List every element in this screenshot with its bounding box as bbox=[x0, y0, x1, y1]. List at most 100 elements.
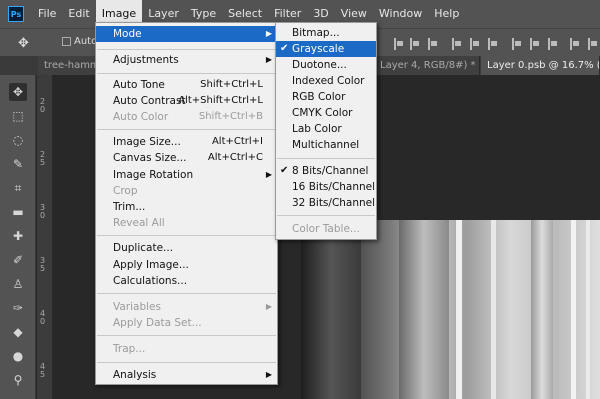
menu-file[interactable]: File bbox=[32, 0, 62, 28]
tab-layer-0[interactable]: Layer 0.psb @ 16.7% (Gra bbox=[481, 56, 600, 75]
menu-item-auto-contrast[interactable]: Auto Contrast Alt+Shift+Ctrl+L bbox=[96, 93, 277, 109]
menu-item-adjustments[interactable]: Adjustments ▶ bbox=[96, 52, 277, 68]
photoshop-logo-icon: Ps bbox=[8, 6, 24, 22]
ruler-tool-icon[interactable]: ▬ bbox=[9, 203, 27, 221]
mode-item-indexed-color[interactable]: Indexed Color bbox=[276, 73, 376, 89]
menu-item-label: CMYK Color bbox=[292, 107, 353, 119]
menu-item-trim[interactable]: Trim... bbox=[96, 199, 277, 215]
mode-item-rgb-color[interactable]: RGB Color bbox=[276, 89, 376, 105]
menu-separator bbox=[277, 158, 375, 159]
align-center-icon[interactable] bbox=[410, 38, 419, 50]
menu-item-image-rotation[interactable]: Image Rotation ▶ bbox=[96, 167, 277, 183]
menu-item-label: Auto Contrast bbox=[113, 95, 186, 107]
ruler-label: 0 bbox=[40, 317, 46, 326]
menu-item-calculations[interactable]: Calculations... bbox=[96, 273, 277, 289]
dodge-tool-icon[interactable]: ⚲ bbox=[9, 371, 27, 389]
menu-item-image-size[interactable]: Image Size... Alt+Ctrl+I bbox=[96, 134, 277, 150]
mode-item-32-bits[interactable]: 32 Bits/Channel bbox=[276, 195, 376, 211]
submenu-arrow-icon: ▶ bbox=[265, 29, 272, 38]
ruler-label: 0 bbox=[40, 211, 46, 220]
menu-item-apply-data-set: Apply Data Set... bbox=[96, 315, 277, 331]
menu-separator bbox=[97, 335, 276, 336]
distribute-right-icon[interactable] bbox=[588, 38, 597, 50]
align-right-icon[interactable] bbox=[428, 38, 437, 50]
distribute-left-icon[interactable] bbox=[570, 38, 579, 50]
menu-help[interactable]: Help bbox=[428, 0, 465, 28]
menu-shortcut: Alt+Ctrl+I bbox=[211, 136, 263, 147]
menu-item-label: Apply Image... bbox=[113, 259, 189, 271]
submenu-arrow-icon: ▶ bbox=[265, 170, 272, 179]
menu-item-label: Grayscale bbox=[292, 43, 345, 55]
menu-item-analysis[interactable]: Analysis ▶ bbox=[96, 367, 277, 383]
vertical-ruler: 2 0 2 5 3 0 3 5 4 0 4 5 bbox=[37, 75, 53, 399]
move-tool-icon[interactable]: ✥ bbox=[9, 83, 27, 101]
menu-item-label: Apply Data Set... bbox=[113, 317, 202, 329]
mode-item-bitmap[interactable]: Bitmap... bbox=[276, 25, 376, 41]
menu-item-label: 32 Bits/Channel bbox=[292, 197, 376, 209]
menu-item-label: Mode bbox=[113, 28, 142, 40]
menu-item-label: Bitmap... bbox=[292, 27, 340, 39]
tab-layer-4[interactable]: Layer 4, RGB/8#) * bbox=[376, 56, 480, 75]
menu-separator bbox=[277, 215, 375, 216]
quick-select-tool-icon[interactable]: ✎ bbox=[9, 155, 27, 173]
mode-item-grayscale[interactable]: ✔ Grayscale bbox=[276, 41, 376, 57]
menu-item-label: Color Table... bbox=[292, 223, 360, 235]
eraser-tool-icon[interactable]: ◆ bbox=[9, 323, 27, 341]
blur-tool-icon[interactable]: ● bbox=[9, 347, 27, 365]
mode-item-multichannel[interactable]: Multichannel bbox=[276, 137, 376, 153]
menu-item-variables: Variables ▶ bbox=[96, 299, 277, 315]
submenu-arrow-icon: ▶ bbox=[265, 55, 272, 64]
mode-item-color-table: Color Table... bbox=[276, 221, 376, 237]
move-icon[interactable]: ✥ bbox=[18, 37, 32, 51]
mode-item-16-bits[interactable]: 16 Bits/Channel bbox=[276, 179, 376, 195]
menu-item-canvas-size[interactable]: Canvas Size... Alt+Ctrl+C bbox=[96, 150, 277, 166]
auto-select-checkbox[interactable] bbox=[62, 37, 71, 46]
mode-item-8-bits[interactable]: ✔ 8 Bits/Channel bbox=[276, 163, 376, 179]
menu-item-reveal-all: Reveal All bbox=[96, 215, 277, 231]
align-top-icon[interactable] bbox=[452, 38, 461, 50]
healing-brush-tool-icon[interactable]: ✚ bbox=[9, 227, 27, 245]
mode-item-duotone[interactable]: Duotone... bbox=[276, 57, 376, 73]
menu-item-label: Variables bbox=[113, 301, 161, 313]
menu-separator bbox=[97, 235, 276, 236]
align-middle-icon[interactable] bbox=[470, 38, 479, 50]
history-brush-tool-icon[interactable]: ✑ bbox=[9, 299, 27, 317]
menu-item-label: Crop bbox=[113, 185, 138, 197]
menu-edit[interactable]: Edit bbox=[62, 0, 95, 28]
menu-window[interactable]: Window bbox=[373, 0, 428, 28]
menu-item-label: Reveal All bbox=[113, 217, 165, 229]
ruler-label: 0 bbox=[40, 105, 46, 114]
align-left-icon[interactable] bbox=[394, 38, 403, 50]
marquee-tool-icon[interactable]: ⬚ bbox=[9, 107, 27, 125]
menu-item-label: 8 Bits/Channel bbox=[292, 165, 369, 177]
menu-item-apply-image[interactable]: Apply Image... bbox=[96, 257, 277, 273]
menu-item-auto-tone[interactable]: Auto Tone Shift+Ctrl+L bbox=[96, 77, 277, 93]
menu-item-label: Auto Tone bbox=[113, 79, 165, 91]
distribute-bottom-icon[interactable] bbox=[548, 38, 557, 50]
ruler-label: 5 bbox=[40, 370, 46, 379]
menu-separator bbox=[97, 49, 276, 50]
distribute-middle-icon[interactable] bbox=[530, 38, 539, 50]
menu-item-label: Adjustments bbox=[113, 54, 179, 66]
mode-item-lab-color[interactable]: Lab Color bbox=[276, 121, 376, 137]
crop-tool-icon[interactable]: ⌗ bbox=[9, 179, 27, 197]
menu-item-label: Image Rotation bbox=[113, 169, 194, 181]
distribute-top-icon[interactable] bbox=[512, 38, 521, 50]
tab-tree-hamm[interactable]: tree-hamm bbox=[38, 56, 98, 75]
mode-submenu: Bitmap... ✔ Grayscale Duotone... Indexed … bbox=[275, 22, 377, 240]
menu-item-mode[interactable]: Mode ▶ bbox=[96, 26, 277, 42]
menu-item-label: Duplicate... bbox=[113, 242, 174, 254]
menu-separator bbox=[97, 362, 276, 363]
lasso-tool-icon[interactable]: ◌ bbox=[9, 131, 27, 149]
menu-item-label: Indexed Color bbox=[292, 75, 365, 87]
submenu-arrow-icon: ▶ bbox=[265, 302, 272, 311]
align-bottom-icon[interactable] bbox=[488, 38, 497, 50]
menu-shortcut: Alt+Ctrl+C bbox=[207, 152, 263, 163]
clone-stamp-tool-icon[interactable]: ♙ bbox=[9, 275, 27, 293]
menu-item-crop: Crop bbox=[96, 183, 277, 199]
mode-item-cmyk-color[interactable]: CMYK Color bbox=[276, 105, 376, 121]
brush-tool-icon[interactable]: ✐ bbox=[9, 251, 27, 269]
menu-item-auto-color: Auto Color Shift+Ctrl+B bbox=[96, 109, 277, 125]
grayscale-forest-photo bbox=[301, 220, 600, 399]
menu-item-duplicate[interactable]: Duplicate... bbox=[96, 240, 277, 256]
